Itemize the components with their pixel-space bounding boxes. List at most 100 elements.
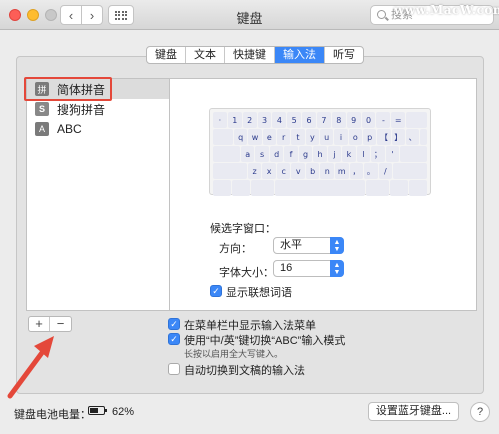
keyboard-modifier-key xyxy=(231,180,250,196)
keyboard-key: 】 xyxy=(391,129,405,145)
keyboard-row: z x c v b n m，。 / xyxy=(213,163,427,179)
keyboard-key: / xyxy=(378,163,393,179)
orientation-value: 水平 xyxy=(280,239,302,251)
keyboard-key: p xyxy=(362,129,377,145)
tab-3[interactable]: 输入法 xyxy=(275,47,325,63)
search-icon xyxy=(377,10,386,19)
keyboard-modifier-key xyxy=(390,180,409,196)
setup-bluetooth-keyboard-button[interactable]: 设置蓝牙键盘... xyxy=(368,402,459,421)
keyboard-modifier-key xyxy=(213,129,233,145)
keyboard-key: l xyxy=(356,146,371,162)
keyboard-modifier-key xyxy=(250,180,275,196)
input-source-item[interactable]: S 搜狗拼音 xyxy=(27,99,169,119)
keyboard-modifier-key xyxy=(213,146,240,162)
remove-source-button[interactable]: − xyxy=(50,317,71,331)
checkmark-icon: ✓ xyxy=(170,318,178,329)
keyboard-key: c xyxy=(276,163,291,179)
keyboard-key: b xyxy=(305,163,320,179)
keyboard-key: d xyxy=(269,146,284,162)
toggle-abc-note: 长按以启用全大写键入。 xyxy=(184,349,284,359)
keyboard-key: 、 xyxy=(405,129,420,145)
keyboard-modifier-key xyxy=(213,180,231,196)
tab-bar: 键盘 文本 快捷键 输入法 听写 xyxy=(146,46,364,64)
keyboard-key: 8 xyxy=(331,112,346,128)
keyboard-key: q xyxy=(234,129,248,145)
keyboard-key: 4 xyxy=(272,112,287,128)
tab-0[interactable]: 键盘 xyxy=(147,47,186,63)
keyboard-key: = xyxy=(391,112,406,128)
toggle-abc-label: 使用“中/英”键切换“ABC”输入模式 xyxy=(184,335,346,347)
keyboard-key: w xyxy=(248,129,262,145)
keyboard-key: t xyxy=(291,129,305,145)
orientation-label: 方向： xyxy=(219,243,252,255)
tab-1[interactable]: 文本 xyxy=(186,47,225,63)
input-source-item[interactable]: A ABC xyxy=(27,119,169,139)
keyboard-key: 3 xyxy=(257,112,272,128)
add-source-button[interactable]: + xyxy=(29,317,50,331)
keyboard-key: v xyxy=(291,163,305,179)
keyboard-key: x xyxy=(262,163,276,179)
keyboard-key: u xyxy=(319,129,334,145)
input-source-label: 搜狗拼音 xyxy=(57,102,106,117)
help-button[interactable]: ? xyxy=(470,402,490,422)
keyboard-modifier-key xyxy=(406,112,427,128)
candidate-window-label: 候选字窗口： xyxy=(210,223,276,235)
watermark: www.MacW.com xyxy=(394,3,499,17)
toggle-abc-checkbox[interactable]: ✓ xyxy=(168,333,180,345)
keyboard-key: 6 xyxy=(302,112,317,128)
input-source-icon: S xyxy=(35,102,49,116)
keyboard-key: y xyxy=(305,129,319,145)
auto-switch-checkbox[interactable] xyxy=(168,363,180,375)
keyboard-key: g xyxy=(298,146,313,162)
keyboard-modifier-key xyxy=(420,129,427,145)
keyboard-key: 0 xyxy=(361,112,376,128)
checkmark-icon: ✓ xyxy=(170,333,178,344)
input-source-icon: A xyxy=(35,122,49,136)
keyboard-key: e xyxy=(262,129,276,145)
battery-percent: 62% xyxy=(112,406,135,418)
keyboard-key: 。 xyxy=(364,163,378,179)
keyboard-modifier-key xyxy=(400,146,428,162)
keyboard-key: m xyxy=(335,163,349,179)
keyboard-key: ， xyxy=(349,163,364,179)
keyboard-key: z xyxy=(247,163,262,179)
auto-switch-label: 自动切换到文稿的输入法 xyxy=(184,365,305,377)
annotation-arrow-icon xyxy=(7,336,54,399)
show-suggestions-label: 显示联想词语 xyxy=(226,287,292,299)
keyboard-modifier-key xyxy=(275,180,365,196)
input-source-label: ABC xyxy=(57,122,82,136)
keyboard-key: 9 xyxy=(346,112,361,128)
title-bar: ‹ › 键盘 搜索 www.MacW.com xyxy=(0,0,499,30)
keyboard-row xyxy=(213,180,428,196)
keyboard-row: a s d f g h j k l； ' xyxy=(213,146,428,162)
orientation-popup[interactable]: 水平 ▲ ▼ xyxy=(273,237,344,254)
show-suggestions-checkbox[interactable]: ✓ xyxy=(210,285,222,297)
keyboard-key: 5 xyxy=(287,112,302,128)
keyboard-key: i xyxy=(334,129,348,145)
battery-label: 键盘电池电量： xyxy=(14,409,91,421)
keyboard-key: 1 xyxy=(227,112,242,128)
show-menu-checkbox[interactable]: ✓ xyxy=(168,318,180,330)
font-size-popup[interactable]: 16 ▲ ▼ xyxy=(273,260,344,277)
keyboard-row: · 1 2 3 4 5 6 7 8 9 0- = xyxy=(213,112,427,128)
updown-chevron-icon: ▲ ▼ xyxy=(330,237,344,254)
tab-4[interactable]: 听写 xyxy=(325,47,363,63)
keyboard-modifier-key xyxy=(213,163,247,179)
keyboard-preview: · 1 2 3 4 5 6 7 8 9 0- = q w e r t y u i o p 【】、 a s d f g h j k l； ' z x c… xyxy=(209,108,431,196)
keyboard-key: o xyxy=(348,129,362,145)
font-size-label: 字体大小： xyxy=(219,267,274,279)
input-source-list[interactable]: 拼简体拼音 S 搜狗拼音 A ABC xyxy=(26,78,170,311)
keyboard-key: · xyxy=(213,112,227,128)
keyboard-modifier-key xyxy=(393,163,427,179)
font-size-value: 16 xyxy=(280,262,293,274)
keyboard-modifier-key xyxy=(409,180,428,196)
battery-icon xyxy=(88,406,107,415)
keyboard-key: s xyxy=(255,146,269,162)
checkmark-icon: ✓ xyxy=(212,285,220,296)
tab-2[interactable]: 快捷键 xyxy=(225,47,275,63)
keyboard-key: a xyxy=(240,146,255,162)
show-menu-label: 在菜单栏中显示输入法菜单 xyxy=(184,320,316,332)
updown-chevron-icon: ▲ ▼ xyxy=(330,260,344,277)
keyboard-key: ' xyxy=(385,146,400,162)
keyboard-key: 【 xyxy=(377,129,391,145)
